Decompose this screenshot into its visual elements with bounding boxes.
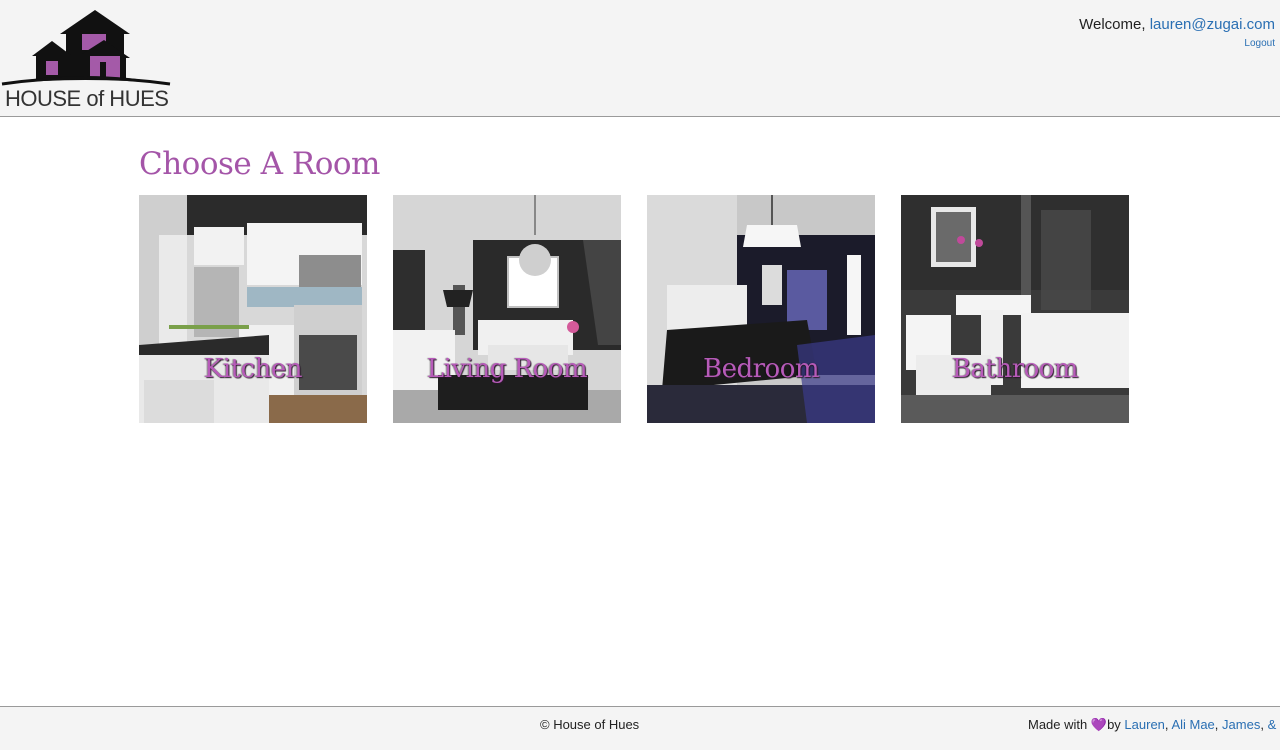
- room-card-bathroom[interactable]: Bathroom: [901, 195, 1129, 423]
- page-title: Choose A Room: [139, 146, 380, 182]
- separator: ,: [1260, 717, 1264, 732]
- by-label: by: [1107, 717, 1121, 732]
- kitchen-image: [139, 195, 367, 423]
- site-header: HOUSE of HUES Welcome, lauren@zugai.com …: [0, 0, 1280, 117]
- separator: ,: [1214, 717, 1219, 732]
- user-email-link[interactable]: lauren@zugai.com: [1150, 16, 1275, 33]
- room-label: Bathroom: [951, 354, 1079, 384]
- author-link-lauren[interactable]: Lauren: [1124, 717, 1164, 732]
- bedroom-image: [647, 195, 875, 423]
- credits: Made with 💜by Lauren, Ali Mae, James, & …: [1028, 717, 1280, 733]
- room-grid: Kitchen Living Room Bedroom Bathroom: [139, 195, 1139, 423]
- made-with-label: Made with: [1028, 717, 1088, 732]
- separator: ,: [1164, 717, 1169, 732]
- bathroom-image: [901, 195, 1129, 423]
- purple-heart-icon: 💜: [1090, 717, 1108, 732]
- welcome-message: Welcome, lauren@zugai.com: [1079, 16, 1275, 33]
- author-link-no[interactable]: & No: [1268, 717, 1280, 732]
- author-link-james[interactable]: James: [1222, 717, 1260, 732]
- room-label: Kitchen: [203, 354, 303, 384]
- house-of-hues-logo[interactable]: HOUSE of HUES: [0, 6, 175, 111]
- room-label: Living Room: [426, 354, 588, 384]
- site-footer: © House of Hues Made with 💜by Lauren, Al…: [0, 706, 1280, 750]
- room-card-bedroom[interactable]: Bedroom: [647, 195, 875, 423]
- copyright-text: © House of Hues: [540, 717, 640, 732]
- room-label: Bedroom: [702, 354, 820, 384]
- room-card-living-room[interactable]: Living Room: [393, 195, 621, 423]
- author-link-ali-mae[interactable]: Ali Mae: [1171, 717, 1214, 732]
- user-menu: Welcome, lauren@zugai.com Logout: [1079, 16, 1275, 49]
- welcome-label: Welcome,: [1079, 16, 1146, 33]
- logo-wordmark: HOUSE of HUES: [5, 86, 169, 111]
- logout-link[interactable]: Logout: [1079, 38, 1275, 49]
- living-room-image: [393, 195, 621, 423]
- room-card-kitchen[interactable]: Kitchen: [139, 195, 367, 423]
